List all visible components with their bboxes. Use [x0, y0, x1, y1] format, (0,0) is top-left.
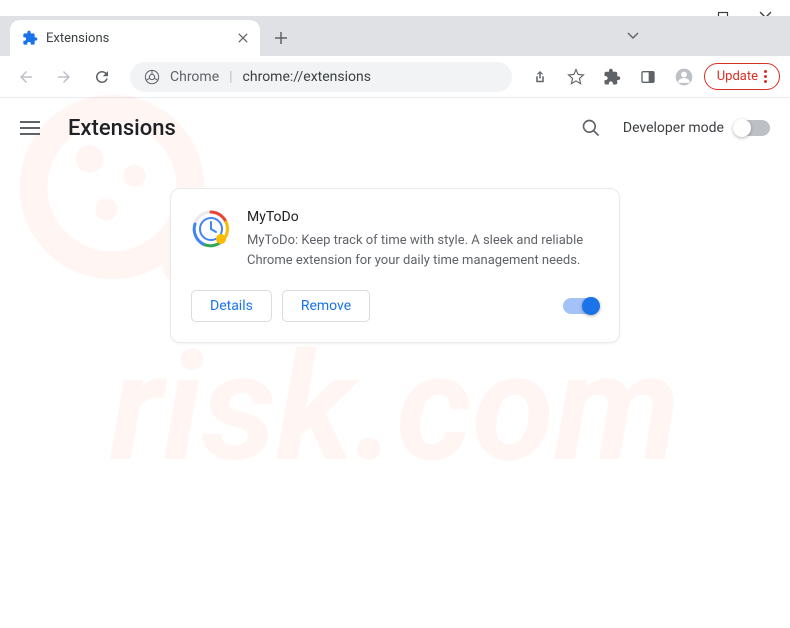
- omnibox-divider: |: [229, 69, 232, 85]
- extension-enable-toggle[interactable]: [563, 298, 599, 314]
- developer-mode-label: Developer mode: [623, 120, 724, 136]
- tab-title: Extensions: [46, 31, 109, 46]
- tab-search-button[interactable]: [626, 30, 640, 40]
- hamburger-menu-button[interactable]: [20, 114, 48, 142]
- developer-mode-toggle[interactable]: Developer mode: [623, 120, 770, 136]
- extensions-list: MyToDo MyToDo: Keep track of time with s…: [0, 158, 790, 343]
- address-bar[interactable]: Chrome | chrome://extensions: [130, 62, 512, 92]
- bookmark-button[interactable]: [560, 61, 592, 93]
- omnibox-chrome-label: Chrome: [170, 69, 219, 85]
- update-label: Update: [717, 69, 758, 84]
- chrome-logo-icon: [144, 69, 160, 85]
- omnibox-url: chrome://extensions: [243, 69, 371, 85]
- sidepanel-button[interactable]: [632, 61, 664, 93]
- toggle-off-icon: [734, 120, 770, 136]
- extension-name: MyToDo: [247, 209, 599, 225]
- search-extensions-button[interactable]: [575, 112, 607, 144]
- back-button[interactable]: [10, 61, 42, 93]
- forward-button[interactable]: [48, 61, 80, 93]
- extension-card-mytodo: MyToDo MyToDo: Keep track of time with s…: [170, 188, 620, 343]
- share-button[interactable]: [524, 61, 556, 93]
- browser-toolbar: Chrome | chrome://extensions Update: [0, 56, 790, 98]
- browser-tab-extensions[interactable]: Extensions: [10, 20, 260, 56]
- page-header: Extensions Developer mode: [0, 98, 790, 158]
- profile-button[interactable]: [668, 61, 700, 93]
- details-button[interactable]: Details: [191, 290, 272, 322]
- page-title: Extensions: [68, 116, 176, 141]
- close-tab-button[interactable]: [238, 33, 248, 43]
- new-tab-button[interactable]: [266, 23, 296, 53]
- extension-description: MyToDo: Keep track of time with style. A…: [247, 231, 599, 270]
- update-button[interactable]: Update: [704, 63, 780, 90]
- menu-dots-icon: [764, 70, 767, 83]
- tab-strip: Extensions: [0, 16, 790, 56]
- extension-icon: [22, 30, 38, 46]
- reload-button[interactable]: [86, 61, 118, 93]
- remove-button[interactable]: Remove: [282, 290, 370, 322]
- extensions-button[interactable]: [596, 61, 628, 93]
- extension-app-icon: [191, 209, 231, 249]
